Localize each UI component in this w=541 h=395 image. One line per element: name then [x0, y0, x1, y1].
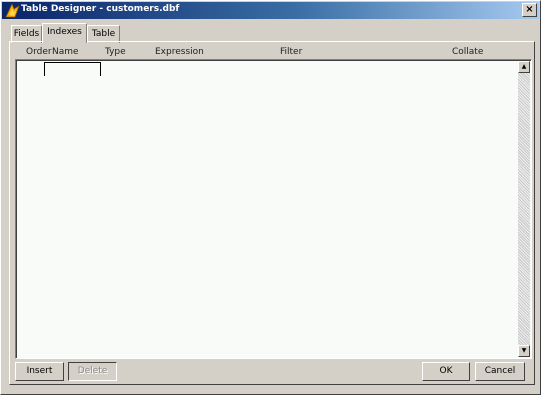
column-header-order: Order — [26, 47, 52, 57]
title-bar[interactable]: Table Designer - customers.dbf × — [2, 2, 539, 19]
delete-button[interactable]: Delete — [68, 362, 117, 381]
close-button[interactable]: × — [522, 3, 537, 17]
column-header-type: Type — [105, 47, 126, 57]
table-designer-window: Table Designer - customers.dbf × Fields … — [0, 0, 541, 395]
vertical-scrollbar[interactable]: ▲ ▼ — [518, 61, 530, 357]
index-name-input[interactable] — [44, 62, 101, 76]
cancel-button[interactable]: Cancel — [475, 362, 525, 381]
window-title: Table Designer - customers.dbf — [21, 4, 180, 14]
column-header-filter: Filter — [280, 47, 303, 57]
app-icon — [5, 3, 20, 18]
column-header-expression: Expression — [155, 47, 204, 57]
insert-button[interactable]: Insert — [15, 362, 64, 381]
scroll-down-icon[interactable]: ▼ — [518, 345, 530, 357]
indexes-grid[interactable] — [15, 59, 532, 359]
column-header-collate: Collate — [452, 47, 484, 57]
tab-indexes[interactable]: Indexes — [42, 23, 87, 43]
scroll-up-icon[interactable]: ▲ — [518, 61, 530, 73]
column-header-name: Name — [52, 47, 79, 57]
ok-button[interactable]: OK — [422, 362, 470, 381]
